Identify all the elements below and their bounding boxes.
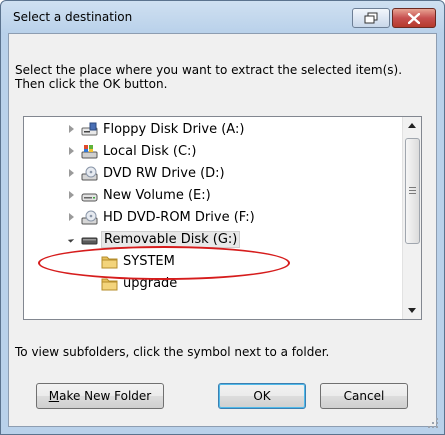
restore-window-icon [364,12,378,24]
scrollbar-grip-icon [409,187,416,195]
folder-icon [101,278,118,291]
tree-item-floppy-drive[interactable]: Floppy Disk Drive (A:) [24,119,402,141]
scroll-down-button[interactable] [403,302,421,319]
title-bar[interactable]: Select a destination [1,1,444,33]
tree-item-label: Floppy Disk Drive (A:) [103,122,245,137]
scroll-up-button[interactable] [403,117,421,134]
expand-arrow-icon[interactable] [69,147,74,155]
folder-tree-list: Floppy Disk Drive (A:) Local Disk (C:) D… [24,117,402,319]
collapse-arrow-icon[interactable] [67,236,75,243]
removable-disk-icon [81,237,98,245]
button-label: OK [253,389,271,403]
hd-dvd-drive-icon [81,210,98,225]
tree-item-new-volume[interactable]: New Volume (E:) [24,185,402,207]
expand-arrow-icon[interactable] [69,169,74,177]
tree-item-label: Local Disk (C:) [103,144,197,159]
tree-item-folder-system[interactable]: SYSTEM [24,251,402,273]
tree-item-label: HD DVD-ROM Drive (F:) [103,210,255,225]
scrollbar-thumb[interactable] [405,138,420,244]
folder-icon [101,256,118,269]
mnemonic-letter: M [48,389,60,403]
floppy-drive-icon [81,122,98,136]
expand-arrow-icon[interactable] [69,213,74,221]
button-label: ake New Folder [59,389,152,403]
local-disk-icon [81,145,98,159]
tree-item-label: Removable Disk (G:) [101,231,241,248]
folder-tree-view[interactable]: Floppy Disk Drive (A:) Local Disk (C:) D… [23,116,422,320]
tree-item-label: DVD RW Drive (D:) [103,166,225,181]
resize-grip-icon[interactable] [427,417,439,429]
restore-button[interactable] [352,8,390,28]
close-button[interactable] [392,8,436,28]
tree-item-label: upgrade [123,276,178,291]
ok-button[interactable]: OK [218,383,306,409]
vertical-scrollbar[interactable] [402,117,421,319]
make-new-folder-button[interactable]: Make New Folder [36,383,164,409]
hard-drive-icon [81,193,98,202]
tree-item-hd-dvd-drive[interactable]: HD DVD-ROM Drive (F:) [24,207,402,229]
tree-item-folder-upgrade[interactable]: upgrade [24,273,402,295]
expand-arrow-icon[interactable] [69,125,74,133]
instructions-text: Select the place where you want to extra… [15,63,403,91]
tree-item-dvd-rw-drive[interactable]: DVD RW Drive (D:) [24,163,402,185]
button-label: Cancel [343,389,385,403]
hint-text: To view subfolders, click the symbol nex… [15,345,330,359]
tree-item-label: New Volume (E:) [103,188,211,203]
tree-item-label: SYSTEM [123,254,175,269]
close-icon [408,12,420,24]
dvd-rw-drive-icon [81,166,98,181]
scroll-down-arrow-icon [408,308,416,313]
tree-item-local-disk[interactable]: Local Disk (C:) [24,141,402,163]
scroll-up-arrow-icon [408,123,416,128]
expand-arrow-icon[interactable] [69,191,74,199]
tree-item-removable-disk[interactable]: Removable Disk (G:) [24,229,402,251]
window-title: Select a destination [13,10,133,24]
cancel-button[interactable]: Cancel [320,383,408,409]
